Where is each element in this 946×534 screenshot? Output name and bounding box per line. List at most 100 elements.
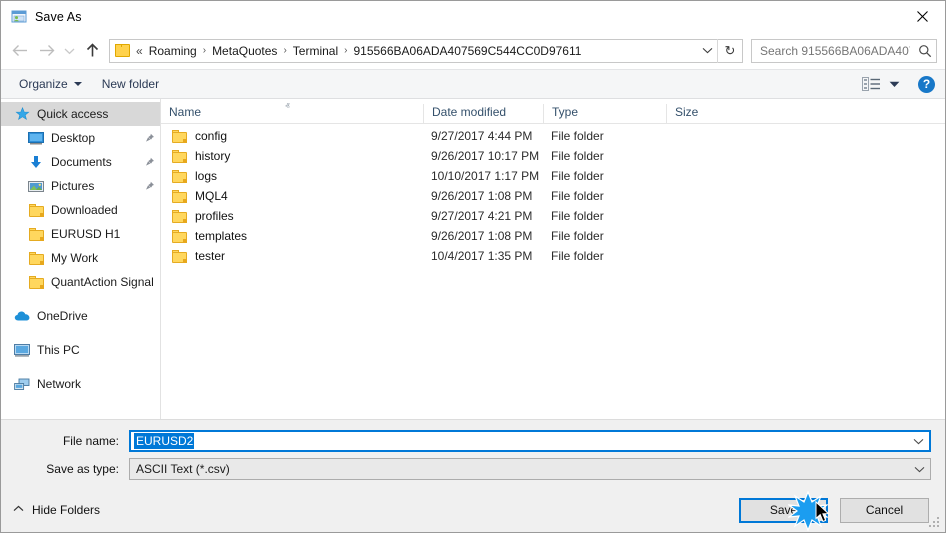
folder-icon bbox=[172, 229, 187, 243]
file-date-cell: 9/27/2017 4:44 PM bbox=[431, 129, 533, 143]
table-row[interactable]: profiles 9/27/2017 4:21 PM File folder bbox=[161, 206, 945, 226]
sort-ascending-icon: ⱏ bbox=[285, 101, 290, 111]
file-name-value[interactable]: EURUSD2 bbox=[134, 433, 195, 449]
table-row[interactable]: config 9/27/2017 4:44 PM File folder bbox=[161, 126, 945, 146]
file-name-cell: MQL4 bbox=[161, 189, 423, 203]
pin-icon[interactable] bbox=[144, 181, 156, 191]
desktop-icon bbox=[27, 130, 45, 146]
title-bar: Save As bbox=[1, 1, 945, 32]
search-input[interactable] bbox=[752, 43, 914, 58]
up-arrow-icon[interactable] bbox=[79, 38, 105, 64]
folder-icon bbox=[172, 169, 187, 183]
sidebar-item-onedrive[interactable]: OneDrive bbox=[1, 304, 160, 328]
save-as-type-select[interactable]: ASCII Text (*.csv) bbox=[129, 458, 931, 480]
column-header-type[interactable]: Type bbox=[543, 104, 666, 123]
save-as-icon bbox=[11, 9, 27, 25]
sidebar-item-my-work[interactable]: My Work bbox=[1, 246, 160, 270]
chevron-down-icon[interactable] bbox=[908, 466, 930, 473]
file-name-cell: profiles bbox=[161, 209, 423, 223]
back-arrow-icon[interactable] bbox=[7, 38, 33, 64]
hide-folders-button[interactable]: Hide Folders bbox=[13, 503, 100, 517]
column-header-type-label: Type bbox=[552, 104, 579, 119]
toolbar-right-group: ? bbox=[858, 75, 935, 93]
file-name-label: profiles bbox=[195, 209, 234, 223]
view-options-icon[interactable] bbox=[858, 75, 885, 93]
chevron-down-icon[interactable] bbox=[907, 438, 929, 445]
cancel-button[interactable]: Cancel bbox=[840, 497, 929, 523]
sidebar-item-desktop[interactable]: Desktop bbox=[1, 126, 160, 150]
organize-button[interactable]: Organize bbox=[11, 74, 90, 94]
address-bar[interactable]: « Roaming › MetaQuotes › Terminal › 9155… bbox=[109, 38, 743, 63]
sidebar-item-label: EURUSD H1 bbox=[51, 227, 121, 241]
table-row[interactable]: MQL4 9/26/2017 1:08 PM File folder bbox=[161, 186, 945, 206]
save-as-dialog: Save As « Roaming › MetaQuotes › Termina… bbox=[0, 0, 946, 533]
table-row[interactable]: templates 9/26/2017 1:08 PM File folder bbox=[161, 226, 945, 246]
file-date-cell: 10/4/2017 1:35 PM bbox=[431, 249, 533, 263]
breadcrumb-item-terminal-id[interactable]: 915566BA06ADA407569C544CC0D97611 bbox=[350, 43, 584, 59]
window-title: Save As bbox=[35, 9, 82, 24]
chevron-down-icon[interactable] bbox=[697, 47, 717, 54]
column-header-name-label: Name bbox=[169, 104, 202, 119]
content-area: Quick access Desktop Documents Pictures … bbox=[1, 99, 945, 419]
sidebar-item-documents[interactable]: Documents bbox=[1, 150, 160, 174]
refresh-icon[interactable]: ↻ bbox=[717, 38, 742, 63]
star-icon bbox=[13, 106, 31, 122]
table-row[interactable]: logs 10/10/2017 1:17 PM File folder bbox=[161, 166, 945, 186]
folder-icon bbox=[115, 43, 131, 58]
column-header-date-label: Date modified bbox=[432, 104, 507, 119]
file-type-cell: File folder bbox=[551, 129, 604, 143]
sidebar-item-quantaction-signal[interactable]: QuantAction Signal bbox=[1, 270, 160, 294]
breadcrumb-separator: › bbox=[283, 45, 287, 56]
breadcrumb-item-terminal[interactable]: Terminal bbox=[290, 43, 341, 59]
save-form: File name: EURUSD2 Save as type: ASCII T… bbox=[1, 419, 945, 488]
sidebar-item-label: My Work bbox=[51, 251, 99, 265]
close-button[interactable] bbox=[899, 1, 945, 31]
search-box[interactable] bbox=[751, 38, 937, 63]
file-name-label: templates bbox=[195, 229, 248, 243]
documents-icon bbox=[27, 154, 45, 170]
save-button[interactable]: Save bbox=[739, 497, 828, 523]
new-folder-button[interactable]: New folder bbox=[94, 74, 167, 94]
breadcrumb-overflow[interactable]: « bbox=[135, 43, 146, 59]
file-type-cell: File folder bbox=[551, 169, 604, 183]
file-name-input[interactable]: EURUSD2 bbox=[129, 430, 931, 452]
help-button[interactable]: ? bbox=[918, 75, 935, 93]
sidebar-item-eurusd-h1[interactable]: EURUSD H1 bbox=[1, 222, 160, 246]
column-headers: Name ⱏ Date modified Type Size bbox=[161, 99, 945, 124]
folder-icon bbox=[27, 250, 45, 266]
folder-icon bbox=[172, 149, 187, 163]
sidebar-item-pictures[interactable]: Pictures bbox=[1, 174, 160, 198]
forward-arrow-icon[interactable] bbox=[33, 38, 59, 64]
sidebar-item-quick-access[interactable]: Quick access bbox=[1, 102, 160, 126]
pictures-icon bbox=[27, 178, 45, 194]
pin-icon[interactable] bbox=[144, 157, 156, 167]
column-header-date-modified[interactable]: Date modified bbox=[423, 104, 543, 123]
chevron-down-icon bbox=[73, 82, 82, 86]
file-type-cell: File folder bbox=[551, 249, 604, 263]
breadcrumb-separator: › bbox=[344, 45, 348, 56]
file-name-cell: config bbox=[161, 129, 423, 143]
sidebar-item-label: Documents bbox=[51, 155, 112, 169]
sidebar-item-downloaded[interactable]: Downloaded bbox=[1, 198, 160, 222]
search-icon[interactable] bbox=[914, 44, 936, 58]
sidebar-item-label: QuantAction Signal bbox=[51, 275, 154, 289]
resize-grip[interactable] bbox=[929, 517, 941, 529]
sidebar-item-network[interactable]: Network bbox=[1, 372, 160, 396]
organize-label: Organize bbox=[19, 77, 68, 91]
table-row[interactable]: history 9/26/2017 10:17 PM File folder bbox=[161, 146, 945, 166]
recent-locations-icon[interactable] bbox=[59, 38, 79, 64]
view-options-caret-icon[interactable] bbox=[885, 79, 904, 90]
column-header-name[interactable]: Name ⱏ bbox=[161, 101, 423, 123]
column-header-size[interactable]: Size bbox=[666, 104, 743, 123]
pin-icon[interactable] bbox=[144, 133, 156, 143]
file-date-cell: 9/26/2017 1:08 PM bbox=[431, 229, 533, 243]
file-date-cell: 10/10/2017 1:17 PM bbox=[431, 169, 540, 183]
table-row[interactable]: tester 10/4/2017 1:35 PM File folder bbox=[161, 246, 945, 266]
breadcrumb-item-roaming[interactable]: Roaming bbox=[146, 43, 200, 59]
breadcrumb-separator: › bbox=[202, 45, 207, 56]
sidebar-item-label: Downloaded bbox=[51, 203, 118, 217]
navigation-bar: « Roaming › MetaQuotes › Terminal › 9155… bbox=[1, 32, 945, 69]
breadcrumb-item-metaquotes[interactable]: MetaQuotes bbox=[209, 43, 280, 59]
chevron-up-icon bbox=[13, 505, 24, 515]
sidebar-item-this-pc[interactable]: This PC bbox=[1, 338, 160, 362]
